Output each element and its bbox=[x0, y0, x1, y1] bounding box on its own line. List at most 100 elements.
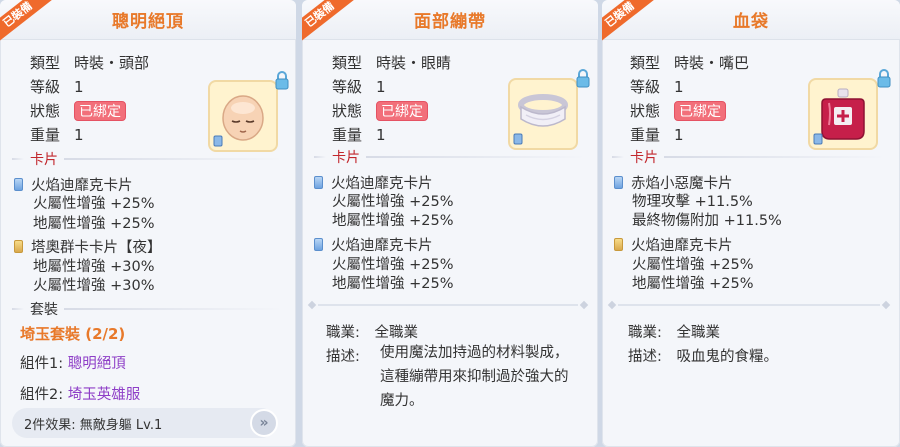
set-section-label: 套裝 bbox=[30, 302, 58, 318]
card-slot-icon bbox=[213, 135, 223, 147]
card-stat: 地屬性增強 +25% bbox=[332, 213, 454, 229]
set-component: 組件1: 聰明絕頂 bbox=[20, 352, 126, 373]
card-stat: 地屬性增強 +25% bbox=[332, 276, 454, 292]
type-label: 類型 bbox=[332, 54, 363, 72]
set-component-value: 聰明絕頂 bbox=[67, 356, 126, 372]
level-value: 1 bbox=[674, 78, 684, 96]
divider-dot bbox=[881, 300, 891, 310]
weight-label: 重量 bbox=[332, 126, 363, 144]
card-name: 塔奧群卡卡片【夜】 bbox=[31, 240, 162, 256]
section-deco-left bbox=[12, 308, 24, 310]
bandage-icon bbox=[518, 94, 568, 127]
card-stat: 火屬性增強 +25% bbox=[332, 194, 454, 210]
level-value: 1 bbox=[376, 78, 386, 96]
level-label: 等級 bbox=[30, 78, 61, 96]
set-effect-text: 2件效果: 無敵身軀 Lv.1 bbox=[24, 417, 163, 433]
item-image-bandage bbox=[508, 78, 578, 150]
divider-bar bbox=[618, 304, 880, 306]
weight-value: 1 bbox=[376, 126, 386, 144]
type-label: 類型 bbox=[30, 54, 61, 72]
card-stat: 地屬性增強 +25% bbox=[632, 276, 754, 292]
set-component-value: 埼玉英雄服 bbox=[67, 387, 141, 403]
state-label: 狀態 bbox=[332, 102, 363, 120]
card-stat: 地屬性增強 +30% bbox=[33, 259, 155, 275]
divider-dot bbox=[579, 300, 589, 310]
weight-label: 重量 bbox=[630, 126, 661, 144]
item-attributes: 類型 時裝・頭部 等級 1 狀態 已綁定 重量 1 bbox=[30, 51, 149, 147]
section-divider bbox=[306, 300, 590, 310]
item-image-blood-bag bbox=[808, 78, 878, 150]
card-section-label: 卡片 bbox=[332, 150, 360, 166]
blue-card-icon bbox=[614, 176, 623, 189]
weight-label: 重量 bbox=[30, 126, 61, 144]
gold-card-icon bbox=[614, 238, 623, 251]
job-row: 職業: 全職業 bbox=[326, 321, 418, 342]
section-deco-right bbox=[64, 308, 284, 310]
item-title: 聰明絕頂 bbox=[0, 0, 296, 40]
card-stat: 火屬性增強 +30% bbox=[33, 278, 155, 294]
desc-value: 吸血鬼的食糧。 bbox=[676, 349, 779, 365]
bound-badge: 已綁定 bbox=[74, 101, 126, 121]
section-deco-left bbox=[12, 158, 24, 160]
card-entry: 火焰迪靡克卡片 bbox=[314, 234, 433, 255]
card-stat: 地屬性增強 +25% bbox=[33, 216, 155, 232]
gold-card-icon bbox=[14, 240, 23, 253]
card-stat: 火屬性增強 +25% bbox=[33, 196, 155, 212]
set-effect-bar: 2件效果: 無敵身軀 Lv.1 » bbox=[12, 408, 278, 438]
item-tooltip-panel: 血袋 已裝備 類型 時裝・嘴巴 等級 1 狀態 已綁定 重量 1 卡片 赤焰小惡魔卡片 … bbox=[602, 0, 900, 447]
card-section-header: 卡片 bbox=[12, 148, 284, 170]
divider-dot bbox=[307, 300, 317, 310]
card-stat: 最終物傷附加 +11.5% bbox=[632, 213, 782, 229]
item-tooltip-panel: 聰明絕頂 已裝備 類型 時裝・頭部 等級 1 狀態 已綁定 重量 1 卡片 火焰迪靡克卡… bbox=[0, 0, 296, 447]
set-component-label: 組件2: bbox=[20, 387, 68, 403]
divider-dot bbox=[607, 300, 617, 310]
card-name: 火焰迪靡克卡片 bbox=[331, 238, 433, 254]
expand-button[interactable]: » bbox=[250, 409, 278, 437]
card-entry: 塔奧群卡卡片【夜】 bbox=[14, 236, 162, 257]
item-image-bald-head bbox=[208, 80, 278, 152]
set-section-header: 套裝 bbox=[12, 298, 284, 320]
bald-head-icon bbox=[222, 95, 264, 141]
card-stat: 火屬性增強 +25% bbox=[632, 257, 754, 273]
divider-bar bbox=[318, 304, 578, 306]
card-stat: 物理攻擊 +11.5% bbox=[632, 194, 753, 210]
item-title: 血袋 bbox=[602, 0, 900, 40]
card-slot-icon bbox=[813, 133, 823, 145]
item-attributes: 類型 時裝・眼睛 等級 1 狀態 已綁定 重量 1 bbox=[332, 51, 451, 147]
card-entry: 火焰迪靡克卡片 bbox=[614, 234, 733, 255]
job-value: 全職業 bbox=[676, 325, 721, 341]
section-deco-left bbox=[612, 156, 624, 158]
type-label: 類型 bbox=[630, 54, 661, 72]
card-stat: 火屬性增強 +25% bbox=[332, 257, 454, 273]
type-value: 時裝・頭部 bbox=[74, 54, 150, 72]
blue-card-icon bbox=[314, 238, 323, 251]
state-label: 狀態 bbox=[30, 102, 61, 120]
bound-badge: 已綁定 bbox=[376, 101, 428, 121]
job-row: 職業: 全職業 bbox=[628, 321, 720, 342]
desc-label: 描述: bbox=[628, 349, 662, 365]
job-value: 全職業 bbox=[374, 325, 419, 341]
level-value: 1 bbox=[74, 78, 84, 96]
desc-value: 使用魔法加持過的材料製成，這種繃帶用來抑制過於強大的魔力。 bbox=[380, 345, 569, 409]
section-deco-left bbox=[314, 156, 326, 158]
card-section-label: 卡片 bbox=[630, 150, 658, 166]
desc-row: 描述: 吸血鬼的食糧。 bbox=[628, 345, 778, 366]
job-label: 職業: bbox=[628, 325, 662, 341]
section-deco-right bbox=[664, 156, 886, 158]
lock-icon bbox=[275, 71, 289, 90]
level-label: 等級 bbox=[332, 78, 363, 96]
set-name: 埼玉套裝 (2/2) bbox=[20, 325, 126, 343]
lock-icon bbox=[576, 69, 590, 88]
state-label: 狀態 bbox=[630, 102, 661, 120]
job-label: 職業: bbox=[326, 325, 360, 341]
set-component: 組件2: 埼玉英雄服 bbox=[20, 383, 140, 404]
weight-value: 1 bbox=[74, 126, 84, 144]
desc-label: 描述: bbox=[326, 349, 360, 365]
set-component-label: 組件1: bbox=[20, 356, 68, 372]
card-section-label: 卡片 bbox=[30, 152, 58, 168]
type-value: 時裝・嘴巴 bbox=[674, 54, 750, 72]
item-tooltip-panel: 面部繃帶 已裝備 類型 時裝・眼睛 等級 1 狀態 已綁定 重量 1 卡片 火焰迪靡克卡… bbox=[302, 0, 598, 447]
lock-icon bbox=[877, 69, 891, 88]
section-deco-right bbox=[64, 158, 284, 160]
bound-badge: 已綁定 bbox=[674, 101, 726, 121]
